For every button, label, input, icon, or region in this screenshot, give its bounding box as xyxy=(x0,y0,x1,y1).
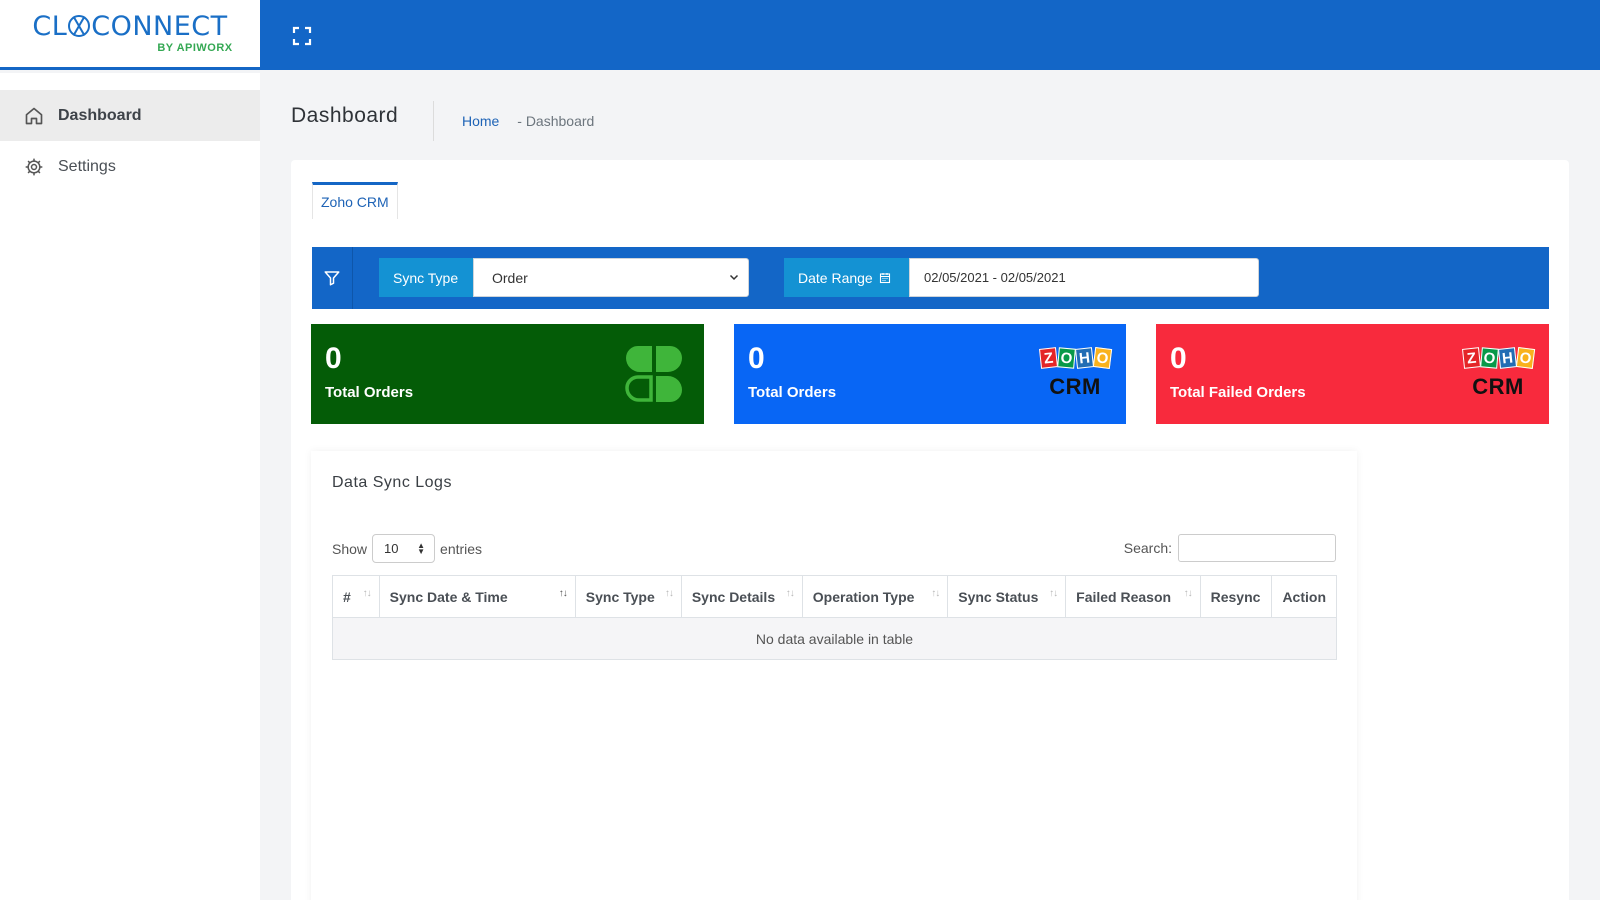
column-header-sync-details[interactable]: Sync Details ↑↓ xyxy=(680,575,803,618)
brand-sub: BY APIWORX xyxy=(157,42,233,54)
sidebar-item-dashboard[interactable]: Dashboard xyxy=(0,90,260,141)
sidebar: Dashboard Settings xyxy=(0,73,260,900)
tab-zoho-crm[interactable]: Zoho CRM xyxy=(312,182,398,219)
zoho-letter: H xyxy=(1074,347,1094,369)
clover-icon xyxy=(625,346,682,402)
breadcrumb-current: Dashboard xyxy=(525,113,595,129)
empty-table-message: No data available in table xyxy=(332,617,1337,660)
zoho-letter: Z xyxy=(1038,347,1058,369)
zoho-letter: Z xyxy=(1461,347,1481,369)
column-label: Resync xyxy=(1210,588,1261,605)
zoho-crm-logo: Z O H O CRM xyxy=(1461,347,1535,400)
stat-value: 0 xyxy=(748,342,765,375)
column-label: Failed Reason xyxy=(1076,588,1172,605)
logs-title: Data Sync Logs xyxy=(332,474,452,491)
data-sync-logs-panel: Data Sync Logs Show 10 ▲ ▼ entries Search… xyxy=(311,451,1357,900)
column-label: Sync Date & Time xyxy=(389,588,508,605)
entries-length-control: Show 10 ▲ ▼ entries xyxy=(332,534,482,563)
brand-logo[interactable]: CL CONNECT BY APIWORX xyxy=(0,0,260,70)
sort-desc-icon: ↑↓ xyxy=(558,588,568,599)
home-icon xyxy=(25,107,43,124)
sync-logs-table: # ↑↓ Sync Date & Time ↑↓ Sync Type ↑↓ Sync … xyxy=(332,575,1337,660)
search-input[interactable] xyxy=(1178,534,1336,562)
stat-label: Total Orders xyxy=(748,384,837,401)
sort-icon: ↑↓ xyxy=(362,588,372,599)
zoho-letter: O xyxy=(1515,347,1535,369)
stat-card-total-failed-orders: 0 Total Failed Orders Z O H O CRM xyxy=(1156,324,1549,424)
column-label: Operation Type xyxy=(812,588,915,605)
breadcrumb: Home - Dashboard xyxy=(462,113,594,129)
column-header-sync-status[interactable]: Sync Status ↑↓ xyxy=(947,575,1067,618)
filter-bar: Sync Type Order Date Range 02/05/2021 - … xyxy=(312,247,1549,309)
sort-icon: ↑↓ xyxy=(785,588,795,599)
sort-arrows-icon: ▲ ▼ xyxy=(417,541,426,556)
column-header-index[interactable]: # ↑↓ xyxy=(332,575,380,618)
globe-icon xyxy=(68,15,91,37)
breadcrumb-home[interactable]: Home xyxy=(462,113,499,129)
breadcrumb-separator: - xyxy=(517,113,522,129)
stat-card-total-orders-zoho: 0 Total Orders Z O H O CRM xyxy=(734,324,1126,424)
calendar-icon xyxy=(879,272,890,283)
header-divider xyxy=(433,101,434,141)
topbar xyxy=(260,0,1600,70)
sort-icon: ↑↓ xyxy=(1183,588,1193,599)
sync-type-value: Order xyxy=(492,269,528,286)
brand-name: CL CONNECT xyxy=(32,11,228,42)
sidebar-item-label: Settings xyxy=(58,157,116,175)
column-label: # xyxy=(343,588,351,605)
zoho-letter: O xyxy=(1092,347,1112,369)
sidebar-item-settings[interactable]: Settings xyxy=(0,141,260,192)
entries-value: 10 xyxy=(384,541,399,556)
column-header-sync-type[interactable]: Sync Type ↑↓ xyxy=(574,575,682,618)
table-row: No data available in table xyxy=(332,617,1337,660)
sort-icon: ↑↓ xyxy=(664,588,674,599)
stat-label: Total Failed Orders xyxy=(1170,384,1306,401)
date-range-input[interactable]: 02/05/2021 - 02/05/2021 xyxy=(909,258,1259,297)
zoho-crm-text: CRM xyxy=(1472,374,1524,399)
stat-label: Total Orders xyxy=(325,384,414,401)
search-label: Search: xyxy=(1123,540,1172,556)
zoho-crm-logo: Z O H O CRM xyxy=(1038,347,1112,400)
sort-icon: ↑↓ xyxy=(1049,588,1058,599)
filter-icon-cell xyxy=(312,247,353,309)
sync-type-select[interactable]: Order xyxy=(473,258,749,297)
column-label: Sync Details xyxy=(691,588,776,605)
sync-type-label: Sync Type xyxy=(379,258,473,297)
zoho-crm-text: CRM xyxy=(1049,374,1101,399)
column-header-sync-date-time[interactable]: Sync Date & Time ↑↓ xyxy=(378,575,576,618)
column-label: Action xyxy=(1282,588,1326,605)
column-header-resync: Resync xyxy=(1199,575,1273,618)
table-header-row: # ↑↓ Sync Date & Time ↑↓ Sync Type ↑↓ Sync … xyxy=(332,575,1337,618)
zoho-letter: O xyxy=(1479,347,1499,369)
chevron-down-icon xyxy=(729,274,739,281)
show-label: Show xyxy=(332,540,368,557)
zoho-letter: O xyxy=(1056,347,1076,369)
sort-icon: ↑↓ xyxy=(931,588,940,599)
column-label: Sync Status xyxy=(958,588,1039,605)
column-header-action: Action xyxy=(1271,575,1337,618)
date-range-label: Date Range xyxy=(784,258,909,297)
stat-value: 0 xyxy=(1170,342,1187,375)
fullscreen-icon[interactable] xyxy=(290,24,314,48)
filter-icon[interactable] xyxy=(323,269,341,287)
stat-card-total-orders-clover: 0 Total Orders xyxy=(311,324,704,424)
entries-select[interactable]: 10 ▲ ▼ xyxy=(372,534,436,563)
entries-label: entries xyxy=(440,540,483,557)
column-label: Sync Type xyxy=(585,588,655,605)
column-header-operation-type[interactable]: Operation Type ↑↓ xyxy=(801,575,949,618)
column-header-failed-reason[interactable]: Failed Reason ↑↓ xyxy=(1065,575,1201,618)
date-range-label-text: Date Range xyxy=(798,269,873,286)
stat-value: 0 xyxy=(325,342,342,375)
page-title: Dashboard xyxy=(291,104,399,127)
main-card: Zoho CRM Sync Type Order Date Range 02/0… xyxy=(291,160,1569,900)
table-search: Search: xyxy=(1124,534,1336,562)
gear-icon xyxy=(25,158,43,175)
sidebar-item-label: Dashboard xyxy=(58,106,142,124)
zoho-letter: H xyxy=(1497,347,1517,369)
